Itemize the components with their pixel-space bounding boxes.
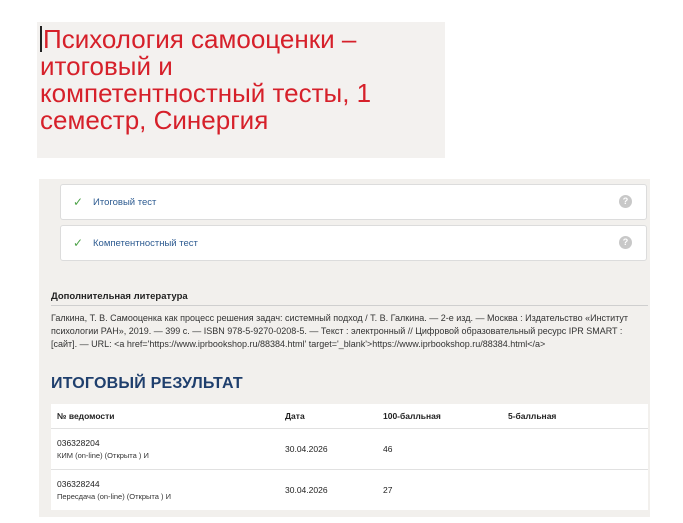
literature-text: Галкина, Т. В. Самооценка как процесс ре… bbox=[51, 313, 629, 349]
checkmark-icon: ✓ bbox=[73, 236, 84, 250]
test-item-final[interactable]: ✓ Итоговый тест ? bbox=[60, 184, 647, 220]
record-number-cell: 036328244 Пересдача (on-line) (Открыта )… bbox=[51, 469, 279, 510]
table-row: 036328204 КИМ (on-line) (Открыта ) И 30.… bbox=[51, 428, 648, 470]
column-header: 5-балльная bbox=[502, 404, 648, 429]
test-label: Компетентностный тест bbox=[93, 237, 198, 249]
table-header-row: № ведомости Дата 100-балльная 5-балльная bbox=[51, 404, 648, 429]
title-line-2: итоговый и bbox=[40, 51, 173, 81]
score5-cell bbox=[502, 469, 648, 510]
column-header: Дата bbox=[279, 404, 377, 429]
results-table: № ведомости Дата 100-балльная 5-балльная… bbox=[51, 404, 648, 510]
record-number-cell: 036328204 КИМ (on-line) (Открыта ) И bbox=[51, 428, 279, 470]
text-cursor bbox=[40, 26, 42, 52]
checkmark-icon: ✓ bbox=[73, 195, 84, 209]
date-cell: 30.04.2026 bbox=[279, 428, 377, 470]
table-row: 036328244 Пересдача (on-line) (Открыта )… bbox=[51, 469, 648, 510]
record-number: 036328204 bbox=[57, 438, 100, 448]
title-line-4: семестр, Синергия bbox=[40, 105, 269, 135]
record-type: КИМ (on-line) (Открыта ) И bbox=[57, 451, 149, 460]
score100-cell: 27 bbox=[377, 469, 502, 510]
score5-cell bbox=[502, 428, 648, 470]
title-line-1: Психология самооценки – bbox=[40, 26, 445, 53]
course-panel: ✓ Итоговый тест ? ✓ Компетентностный тес… bbox=[39, 179, 650, 517]
result-heading: ИТОГОВЫЙ РЕЗУЛЬТАТ bbox=[51, 375, 243, 392]
title-line-3: компетентностный тесты, 1 bbox=[40, 78, 372, 108]
record-number: 036328244 bbox=[57, 479, 100, 489]
record-type: Пересдача (on-line) (Открыта ) И bbox=[57, 492, 171, 501]
title-overlay: Психология самооценки – итоговый и компе… bbox=[37, 22, 445, 158]
date-cell: 30.04.2026 bbox=[279, 469, 377, 510]
column-header: 100-балльная bbox=[377, 404, 502, 429]
literature-heading: Дополнительная литература bbox=[51, 291, 648, 306]
test-item-competency[interactable]: ✓ Компетентностный тест ? bbox=[60, 225, 647, 261]
test-label: Итоговый тест bbox=[93, 196, 157, 208]
column-header: № ведомости bbox=[51, 404, 279, 429]
help-icon[interactable]: ? bbox=[619, 195, 632, 208]
score100-cell: 46 bbox=[377, 428, 502, 470]
help-icon[interactable]: ? bbox=[619, 236, 632, 249]
